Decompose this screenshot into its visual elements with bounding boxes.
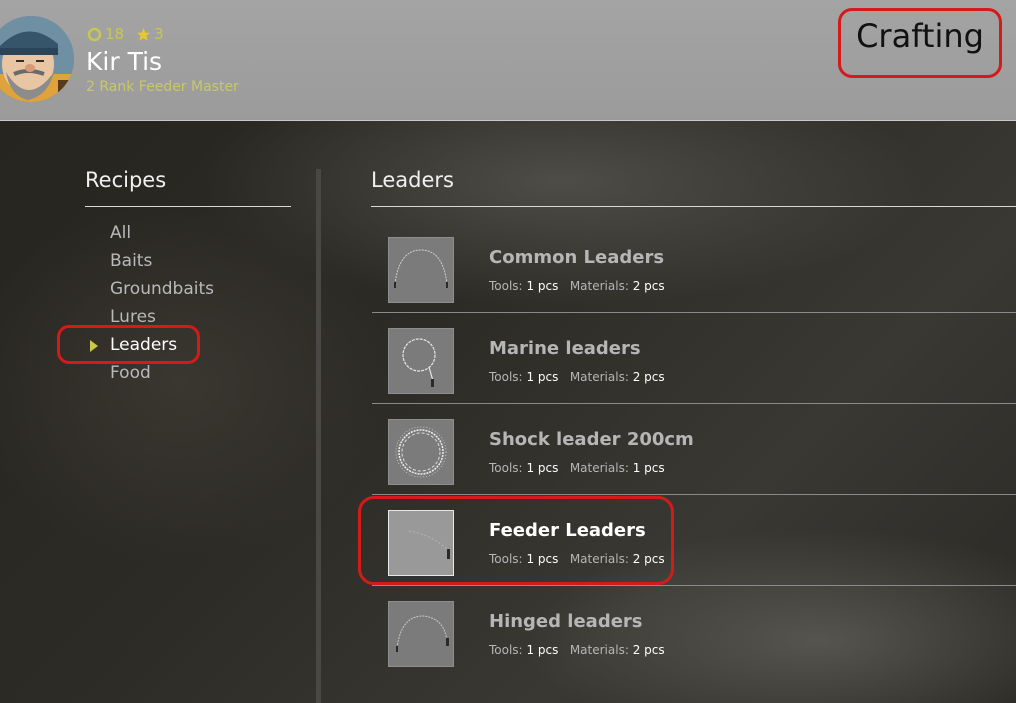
- materials-value: 2 pcs: [632, 643, 665, 657]
- recipe-requirements: Tools: 1 pcs Materials: 1 pcs: [489, 461, 665, 475]
- coin-stat: 18: [87, 25, 124, 43]
- coin-icon: [87, 27, 102, 42]
- recipe-row-common-leaders[interactable]: Common Leaders Tools: 1 pcs Materials: 2…: [372, 223, 1016, 313]
- recipe-name: Shock leader 200cm: [489, 429, 694, 450]
- recipe-category-all[interactable]: All: [110, 223, 131, 243]
- coin-count: 18: [105, 25, 125, 43]
- star-stat: 3: [136, 25, 164, 43]
- recipe-name: Hinged leaders: [489, 611, 643, 632]
- shock-leader-icon: [388, 419, 454, 485]
- hinged-leader-icon: [388, 601, 454, 667]
- row-divider: [372, 494, 1016, 495]
- tools-label: Tools:: [489, 643, 523, 657]
- recipe-name: Common Leaders: [489, 247, 665, 268]
- player-avatar[interactable]: [0, 16, 74, 102]
- tools-value: 1 pcs: [526, 370, 559, 384]
- player-stats: 18 3: [87, 24, 176, 44]
- top-bar: 18 3 Kir Tis 2 Rank Feeder Master Crafti…: [0, 0, 1016, 121]
- star-icon: [136, 27, 151, 42]
- row-divider: [372, 312, 1016, 313]
- recipe-category-food[interactable]: Food: [110, 363, 151, 383]
- materials-value: 1 pcs: [632, 461, 665, 475]
- star-count: 3: [154, 25, 164, 43]
- marine-leader-icon: [388, 328, 454, 394]
- recipe-requirements: Tools: 1 pcs Materials: 2 pcs: [489, 643, 665, 657]
- materials-value: 2 pcs: [632, 279, 665, 293]
- common-leader-icon: [388, 237, 454, 303]
- recipes-heading: Recipes: [85, 168, 167, 192]
- recipe-row-hinged-leaders[interactable]: Hinged leaders Tools: 1 pcs Materials: 2…: [372, 587, 1016, 677]
- category-heading: Leaders: [371, 168, 454, 192]
- recipe-requirements: Tools: 1 pcs Materials: 2 pcs: [489, 370, 665, 384]
- materials-label: Materials:: [569, 370, 629, 384]
- recipe-category-baits[interactable]: Baits: [110, 251, 152, 271]
- recipe-category-lures[interactable]: Lures: [110, 307, 156, 327]
- player-rank: 2 Rank Feeder Master: [86, 79, 239, 95]
- tools-value: 1 pcs: [526, 279, 559, 293]
- materials-label: Materials:: [569, 461, 629, 475]
- recipe-name: Marine leaders: [489, 338, 641, 359]
- recipe-row-marine-leaders[interactable]: Marine leaders Tools: 1 pcs Materials: 2…: [372, 314, 1016, 404]
- tools-value: 1 pcs: [526, 461, 559, 475]
- panel-divider: [316, 169, 321, 703]
- feeder-leaders-highlight-outline: [358, 496, 674, 585]
- recipe-row-shock-leader[interactable]: Shock leader 200cm Tools: 1 pcs Material…: [372, 405, 1016, 495]
- tools-label: Tools:: [489, 279, 523, 293]
- materials-label: Materials:: [569, 279, 629, 293]
- crafting-panel: Recipes All Baits Groundbaits Lures Lead…: [0, 121, 1016, 703]
- recipe-category-groundbaits[interactable]: Groundbaits: [110, 279, 214, 299]
- tools-value: 1 pcs: [526, 643, 559, 657]
- row-divider: [372, 403, 1016, 404]
- recipe-requirements: Tools: 1 pcs Materials: 2 pcs: [489, 279, 665, 293]
- tools-label: Tools:: [489, 370, 523, 384]
- materials-value: 2 pcs: [632, 370, 665, 384]
- leaders-highlight-outline: [57, 325, 200, 364]
- screen-title: Crafting: [838, 8, 1002, 78]
- player-name: Kir Tis: [86, 47, 163, 76]
- row-divider: [372, 585, 1016, 586]
- recipes-heading-rule: [85, 206, 291, 207]
- fisherman-portrait-icon: [0, 16, 74, 102]
- materials-label: Materials:: [569, 643, 629, 657]
- category-heading-rule: [371, 206, 1016, 207]
- tools-label: Tools:: [489, 461, 523, 475]
